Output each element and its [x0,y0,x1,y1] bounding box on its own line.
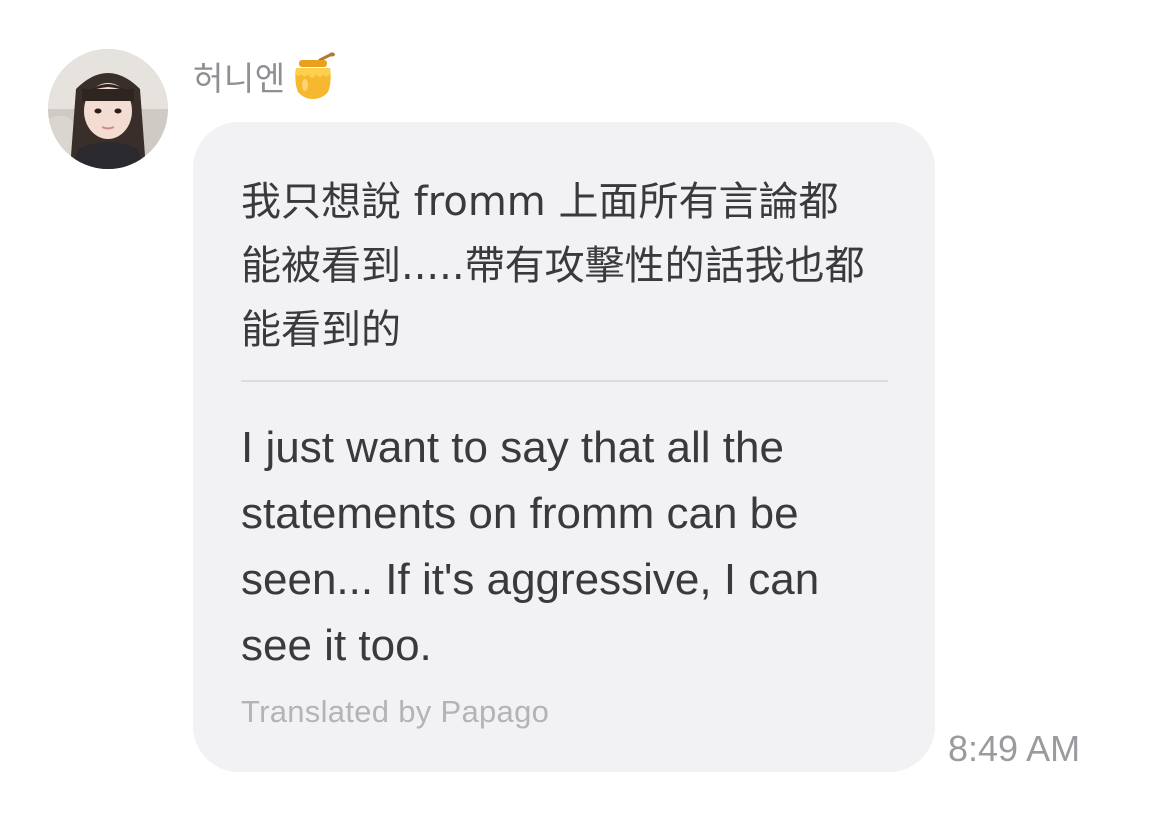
honey-pot-icon [290,52,336,100]
original-line: 能看到的 [241,307,401,353]
avatar[interactable] [48,49,168,169]
profile-photo-avatar [48,49,168,169]
translated-line: statements on fromm can be [241,489,799,538]
sender-header: 허니엔 [193,50,336,102]
original-line: 能被看到.....帶有攻擊性的話我也都 [241,243,865,289]
translation-credit: Translated by Papago [241,694,550,729]
message-timestamp: 8:49 AM [948,728,1081,769]
sender-name[interactable]: 허니엔 [193,52,286,100]
translated-line: see it too. [241,621,432,670]
message-bubble[interactable]: 我只想說 fromm 上面所有言論都 能被看到.....帶有攻擊性的話我也都 能… [193,122,935,772]
translated-message-text: I just want to say that all the statemen… [241,415,901,679]
translated-line: I just want to say that all the [241,423,784,472]
original-message-text: 我只想說 fromm 上面所有言論都 能被看到.....帶有攻擊性的話我也都 能… [241,170,901,362]
translated-line: seen... If it's aggressive, I can [241,555,820,604]
original-line: 我只想說 fromm 上面所有言論都 [241,179,839,225]
translation-divider [241,380,888,382]
